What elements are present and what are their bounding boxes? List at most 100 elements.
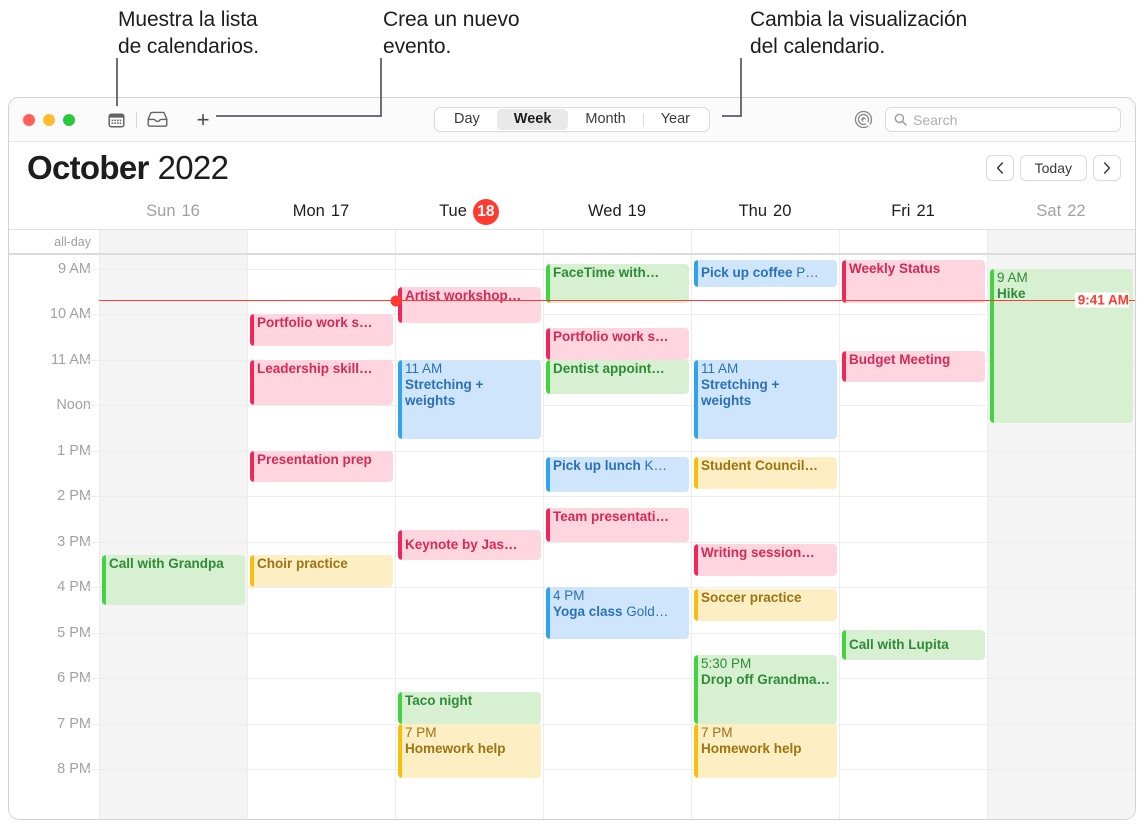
day-column-sat[interactable]: 9 AM Hike [987, 255, 1135, 819]
close-button[interactable] [23, 113, 35, 126]
hour-gridline [100, 450, 247, 452]
day-name: Fri [891, 202, 911, 220]
calendar-event[interactable]: Taco night [398, 691, 541, 724]
hour-gridline [248, 632, 395, 634]
hour-gridline [248, 541, 395, 543]
current-time-label: 9:41 AM [1074, 292, 1129, 308]
day-header-sun[interactable]: Sun 16 [99, 194, 247, 229]
event-accent-bar [398, 723, 402, 779]
calendar-grid[interactable]: 9 AM 10 AM 11 AM Noon 1 PM 2 PM 3 PM 4 PM 5 PM 6 … [9, 255, 1135, 819]
hour-gridline [396, 632, 543, 634]
day-header-wed[interactable]: Wed 19 [543, 194, 691, 229]
view-switcher[interactable]: Day Week Month Year [433, 107, 711, 132]
hour-gridline [840, 405, 987, 407]
event-accent-bar [546, 587, 550, 640]
calendar-event[interactable]: Call with Grandpa [102, 555, 245, 606]
event-accent-bar [546, 327, 550, 360]
event-title: Dentist appoint… [553, 360, 665, 376]
calendar-event[interactable]: 11 AM Stretching + weights [694, 359, 837, 440]
day-header-mon[interactable]: Mon 17 [247, 194, 395, 229]
day-column-tue[interactable]: Artist workshop… 11 AM Stretching + weight… [395, 255, 543, 819]
calendar-event[interactable]: Keynote by Jas… [398, 530, 541, 560]
all-day-cell[interactable] [247, 230, 395, 253]
hour-gridline [396, 450, 543, 452]
hour-gridline [692, 450, 839, 452]
calendar-event[interactable]: 7 PM Homework help [694, 723, 837, 779]
calendar-event[interactable]: Student Council… [694, 457, 837, 490]
event-accent-bar [694, 259, 698, 287]
calendar-event[interactable]: Pick up lunch K… [546, 457, 689, 492]
all-day-cell[interactable] [987, 230, 1135, 253]
calendar-event[interactable]: 7 PM Homework help [398, 723, 541, 779]
all-day-cell[interactable] [99, 230, 247, 253]
hour-gridline [692, 496, 839, 498]
day-column-sun[interactable]: Call with Grandpa [99, 255, 247, 819]
hour-gridline [544, 769, 691, 771]
event-title: Taco night [405, 692, 473, 708]
new-event-button[interactable]: + [188, 107, 218, 133]
event-title: Student Council… [701, 458, 818, 474]
maximize-button[interactable] [63, 113, 75, 126]
calendar-event[interactable]: Budget Meeting [842, 350, 985, 383]
calendar-event[interactable]: Leadership skill… [250, 359, 393, 406]
event-title: Stretching + weights [701, 376, 780, 408]
calendar-event[interactable]: Soccer practice [694, 589, 837, 622]
day-header-tue[interactable]: Tue 18 [395, 194, 543, 229]
calendar-event[interactable]: Presentation prep [250, 450, 393, 483]
airplay-button[interactable] [854, 110, 873, 129]
calendar-event[interactable]: Team presentati… [546, 507, 689, 542]
day-name: Tue [439, 202, 467, 220]
hour-gridline [85, 268, 99, 270]
today-button[interactable]: Today [1019, 155, 1087, 181]
all-day-cell[interactable] [395, 230, 543, 253]
hour-gridline [544, 541, 691, 543]
view-week[interactable]: Week [496, 109, 569, 130]
day-number: 22 [1067, 202, 1086, 220]
event-title: FaceTime with… [553, 265, 660, 281]
hour-gridline [85, 587, 99, 589]
day-header-thu[interactable]: Thu 20 [691, 194, 839, 229]
day-column-thu[interactable]: Pick up coffee P… 11 AM Stretching + weigh… [691, 255, 839, 819]
view-year[interactable]: Year [644, 109, 707, 130]
day-column-wed[interactable]: FaceTime with… Portfolio work s… Dentist a… [543, 255, 691, 819]
day-header-sat[interactable]: Sat 22 [987, 194, 1135, 229]
hour-gridline [85, 769, 99, 771]
hour-gridline [396, 587, 543, 589]
day-column-mon[interactable]: Portfolio work s… Leadership skill… Presen… [247, 255, 395, 819]
hour-gridline [85, 405, 99, 407]
calendar-event[interactable]: Weekly Status [842, 259, 985, 303]
next-week-button[interactable] [1093, 155, 1121, 181]
calendar-list-button[interactable] [101, 107, 131, 133]
all-day-cell[interactable] [543, 230, 691, 253]
event-accent-bar [842, 259, 846, 303]
calendar-event[interactable]: 5:30 PM Drop off Grandma… [694, 655, 837, 724]
hour-gridline [544, 314, 691, 316]
day-header-fri[interactable]: Fri 21 [839, 194, 987, 229]
search-input[interactable]: Search [885, 107, 1121, 132]
calendar-event[interactable]: Portfolio work s… [250, 314, 393, 346]
hour-gridline [248, 496, 395, 498]
hour-gridline [100, 541, 247, 543]
calendar-event[interactable]: 4 PM Yoga class Gold… [546, 587, 689, 640]
inbox-button[interactable] [142, 107, 172, 133]
calendar-event[interactable]: Call with Lupita [842, 630, 985, 660]
calendar-event[interactable]: FaceTime with… [546, 264, 689, 303]
previous-week-button[interactable] [985, 155, 1014, 181]
calendar-event[interactable]: Dentist appoint… [546, 359, 689, 394]
calendar-event[interactable]: 11 AM Stretching + weights [398, 359, 541, 440]
all-day-cell[interactable] [839, 230, 987, 253]
all-day-cell[interactable] [691, 230, 839, 253]
day-column-fri[interactable]: Weekly Status Budget Meeting Call with Lup… [839, 255, 987, 819]
calendar-event[interactable]: Writing session… [694, 543, 837, 576]
all-day-label: all-day [54, 234, 91, 249]
calendar-event[interactable]: Choir practice [250, 555, 393, 588]
view-day[interactable]: Day [437, 109, 497, 130]
day-columns[interactable]: Call with Grandpa Portfolio work s… Leader… [99, 255, 1135, 819]
calendar-event[interactable]: Artist workshop… [398, 286, 541, 324]
hour-gridline [85, 359, 99, 361]
minimize-button[interactable] [43, 113, 55, 126]
calendar-event[interactable]: Portfolio work s… [546, 327, 689, 360]
hour-gridline [100, 405, 247, 407]
calendar-event[interactable]: Pick up coffee P… [694, 259, 837, 287]
view-month[interactable]: Month [568, 109, 642, 130]
